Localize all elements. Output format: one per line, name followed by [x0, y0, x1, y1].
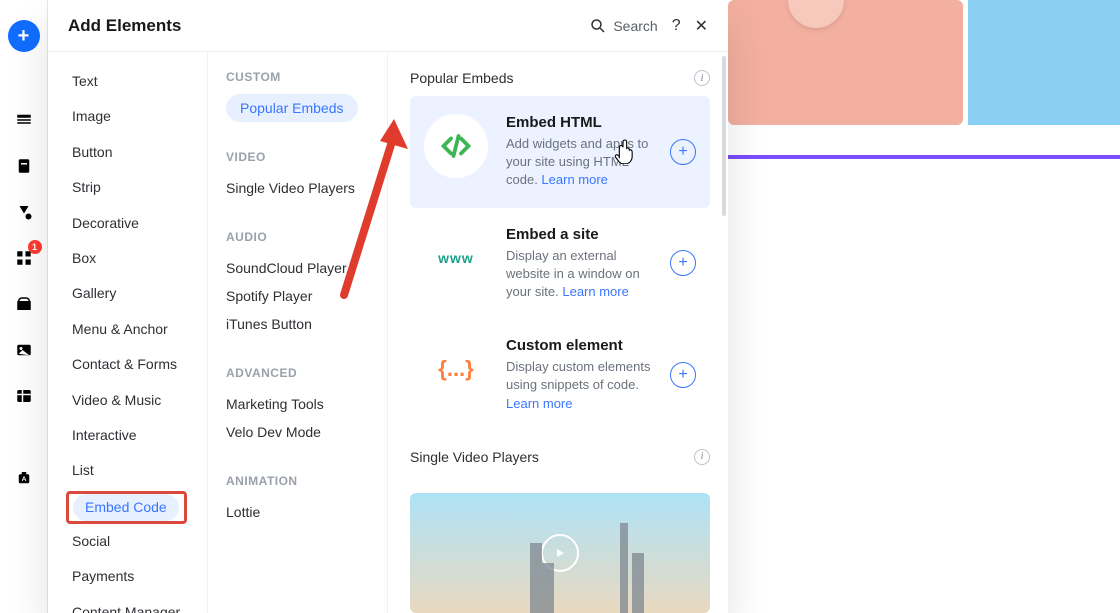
section-head-audio: AUDIO [226, 230, 387, 244]
embed-site-card[interactable]: www Embed a site Display an external web… [410, 208, 710, 320]
add-elements-panel: Add Elements Search ? ✕ Text Image Butto… [48, 0, 728, 613]
embed-site-title: Embed a site [506, 226, 652, 243]
content-heading-single-video-players: Single Video Players [410, 449, 539, 465]
custom-element-desc: Display custom elements using snippets o… [506, 359, 651, 392]
subsection-list: CUSTOM Popular Embeds VIDEO Single Video… [208, 52, 388, 613]
category-content-manager[interactable]: Content Manager [72, 597, 190, 613]
brace-icon: {...} [424, 337, 488, 401]
elements-content: Popular Embeds i Embed HTML Add widgets … [388, 52, 728, 613]
sub-marketing-tools[interactable]: Marketing Tools [226, 390, 387, 418]
my-business-icon[interactable] [10, 290, 38, 318]
search-icon [589, 17, 607, 35]
custom-element-card[interactable]: {...} Custom element Display custom elem… [410, 319, 710, 431]
category-contact-forms[interactable]: Contact & Forms [72, 349, 187, 380]
pages-icon[interactable] [10, 152, 38, 180]
panel-header: Add Elements Search ? ✕ [48, 0, 728, 52]
panel-scrollbar[interactable] [720, 52, 728, 613]
www-icon: www [424, 226, 488, 290]
scrollbar-thumb[interactable] [722, 56, 726, 216]
category-text[interactable]: Text [72, 66, 108, 97]
search-label: Search [613, 18, 657, 34]
canvas-divider-line [716, 155, 1120, 159]
category-decorative[interactable]: Decorative [72, 208, 149, 239]
sub-itunes-button[interactable]: iTunes Button [226, 310, 387, 338]
category-embed-code[interactable]: Embed Code [73, 494, 179, 521]
sections-icon[interactable] [10, 106, 38, 134]
content-heading-popular-embeds: Popular Embeds [410, 70, 514, 86]
media-icon[interactable] [10, 336, 38, 364]
add-elements-button[interactable]: + [8, 20, 40, 52]
category-menu-anchor[interactable]: Menu & Anchor [72, 314, 178, 345]
sub-velo-dev-mode[interactable]: Velo Dev Mode [226, 418, 387, 446]
section-head-advanced: ADVANCED [226, 366, 387, 380]
custom-element-learn-more[interactable]: Learn more [506, 396, 572, 411]
content-manager-icon[interactable] [10, 382, 38, 410]
add-custom-element-button[interactable]: + [670, 362, 696, 388]
category-video-music[interactable]: Video & Music [72, 385, 171, 416]
sub-single-video-players[interactable]: Single Video Players [226, 174, 387, 202]
category-interactive[interactable]: Interactive [72, 420, 147, 451]
add-embed-site-button[interactable]: + [670, 250, 696, 276]
plus-icon: + [18, 25, 30, 48]
info-icon[interactable]: i [694, 70, 710, 86]
canvas-shape-blue [968, 0, 1120, 125]
category-payments[interactable]: Payments [72, 561, 144, 592]
search-button[interactable]: Search [589, 17, 657, 35]
embed-html-title: Embed HTML [506, 114, 652, 131]
close-button[interactable]: ✕ [695, 16, 708, 36]
video-player-thumbnail[interactable] [410, 493, 710, 613]
sub-soundcloud-player[interactable]: SoundCloud Player [226, 254, 387, 282]
sub-popular-embeds[interactable]: Popular Embeds [226, 94, 358, 122]
category-list: Text Image Button Strip Decorative Box G… [48, 52, 208, 613]
category-social[interactable]: Social [72, 526, 120, 557]
thumbnail-building [620, 523, 628, 613]
category-gallery[interactable]: Gallery [72, 278, 126, 309]
category-list[interactable]: List [72, 455, 104, 486]
design-icon[interactable] [10, 198, 38, 226]
apps-badge: 1 [28, 240, 42, 254]
section-head-video: VIDEO [226, 150, 387, 164]
apps-icon[interactable]: 1 [10, 244, 38, 272]
category-button[interactable]: Button [72, 137, 122, 168]
section-head-custom: CUSTOM [226, 70, 387, 84]
help-button[interactable]: ? [672, 17, 681, 35]
section-head-animation: ANIMATION [226, 474, 387, 488]
category-image[interactable]: Image [72, 101, 121, 132]
canvas-shape-pink [728, 0, 963, 125]
embed-html-learn-more[interactable]: Learn more [541, 172, 607, 187]
ascend-icon[interactable]: A [10, 464, 38, 492]
thumbnail-building [542, 563, 554, 613]
thumbnail-building [530, 543, 542, 613]
thumbnail-building [632, 553, 644, 613]
code-icon [424, 114, 488, 178]
sub-spotify-player[interactable]: Spotify Player [226, 282, 387, 310]
embed-html-card[interactable]: Embed HTML Add widgets and apps to your … [410, 96, 710, 208]
sub-lottie[interactable]: Lottie [226, 498, 387, 526]
category-box[interactable]: Box [72, 243, 106, 274]
panel-title: Add Elements [68, 16, 181, 36]
category-strip[interactable]: Strip [72, 172, 111, 203]
add-embed-html-button[interactable]: + [670, 139, 696, 165]
svg-text:A: A [21, 476, 26, 483]
custom-element-title: Custom element [506, 337, 652, 354]
embed-site-learn-more[interactable]: Learn more [562, 284, 628, 299]
info-icon[interactable]: i [694, 449, 710, 465]
left-toolbar: + 1 A [0, 0, 48, 613]
